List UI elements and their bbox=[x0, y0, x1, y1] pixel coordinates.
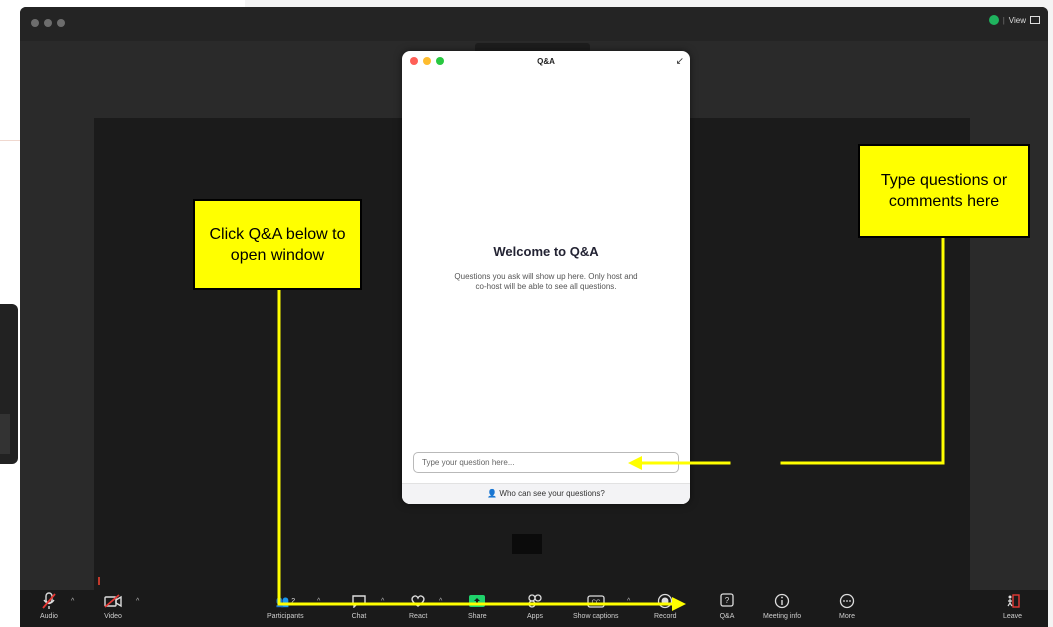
chat-options-caret[interactable]: ^ bbox=[381, 598, 384, 605]
qa-footer: 👤 Who can see your questions? bbox=[402, 483, 690, 504]
meeting-toolbar: Audio ^ Video ^ 👥 2 Participants ^ Chat ^ bbox=[20, 590, 1048, 627]
record-button[interactable]: Record bbox=[654, 590, 677, 620]
react-button[interactable]: React bbox=[409, 590, 427, 620]
who-can-see-label: Who can see your questions? bbox=[499, 489, 605, 498]
video-label: Video bbox=[104, 613, 122, 620]
more-ellipsis-icon bbox=[839, 590, 855, 612]
show-captions-button[interactable]: CC Show captions bbox=[573, 590, 619, 620]
muted-mic-icon bbox=[41, 590, 57, 612]
participants-button[interactable]: 👥 2 Participants bbox=[267, 590, 304, 621]
participants-label: Participants bbox=[267, 613, 304, 620]
question-input[interactable] bbox=[413, 452, 679, 473]
captions-options-caret[interactable]: ^ bbox=[627, 598, 630, 605]
qa-description: Questions you ask will show up here. Onl… bbox=[454, 272, 638, 291]
apps-button[interactable]: Apps bbox=[527, 590, 543, 620]
window-minimize-dot[interactable] bbox=[44, 19, 52, 27]
react-heart-icon bbox=[410, 590, 426, 612]
svg-text:CC: CC bbox=[591, 600, 600, 606]
qa-titlebar: Q&A ↙ bbox=[402, 51, 690, 71]
leave-button[interactable]: Leave bbox=[1003, 590, 1022, 620]
video-options-caret[interactable]: ^ bbox=[136, 598, 139, 605]
share-label: Share bbox=[468, 613, 487, 620]
separator: | bbox=[1002, 15, 1005, 25]
qa-button[interactable]: ? Q&A bbox=[719, 590, 735, 620]
more-label: More bbox=[839, 613, 855, 620]
chat-label: Chat bbox=[351, 613, 367, 620]
share-screen-icon bbox=[468, 590, 486, 612]
participants-count: 2 bbox=[291, 597, 296, 605]
callout-click-qa: Click Q&A below to open window bbox=[193, 199, 362, 290]
audio-options-caret[interactable]: ^ bbox=[71, 598, 74, 605]
self-video-tile[interactable] bbox=[512, 534, 542, 554]
qa-welcome-heading: Welcome to Q&A bbox=[493, 244, 599, 259]
background-dark-card bbox=[0, 304, 18, 464]
popout-icon[interactable]: ↙ bbox=[676, 56, 684, 67]
gallery-grid-icon bbox=[1030, 16, 1040, 24]
more-button[interactable]: More bbox=[839, 590, 855, 620]
video-button[interactable]: Video bbox=[104, 590, 122, 620]
view-button[interactable]: | View bbox=[988, 15, 1040, 25]
record-icon bbox=[657, 590, 673, 612]
qa-window: Q&A ↙ Welcome to Q&A Questions you ask w… bbox=[402, 51, 690, 504]
show-captions-label: Show captions bbox=[573, 613, 619, 620]
participants-options-caret[interactable]: ^ bbox=[317, 598, 320, 605]
chat-button[interactable]: Chat bbox=[351, 590, 367, 620]
svg-text:?: ? bbox=[725, 596, 730, 605]
security-shield-icon[interactable] bbox=[988, 15, 999, 25]
qa-icon: ? bbox=[719, 590, 735, 612]
info-icon bbox=[774, 590, 790, 612]
apps-label: Apps bbox=[527, 613, 543, 620]
qa-title: Q&A bbox=[537, 57, 555, 66]
window-titlebar: | View bbox=[20, 7, 1048, 41]
window-zoom-dot[interactable] bbox=[57, 19, 65, 27]
react-options-caret[interactable]: ^ bbox=[439, 598, 442, 605]
view-label: View bbox=[1008, 15, 1026, 25]
share-button[interactable]: Share bbox=[468, 590, 487, 620]
callout-type-questions: Type questions or comments here bbox=[858, 144, 1030, 238]
video-off-icon bbox=[104, 590, 122, 612]
audio-indicator bbox=[98, 577, 100, 585]
person-lock-icon: 👤 bbox=[487, 489, 498, 498]
audio-button[interactable]: Audio bbox=[40, 590, 58, 620]
react-label: React bbox=[409, 613, 428, 620]
leave-door-icon bbox=[1005, 590, 1021, 612]
qa-label: Q&A bbox=[719, 613, 735, 620]
audio-label: Audio bbox=[40, 613, 58, 620]
meeting-info-label: Meeting info bbox=[763, 613, 802, 620]
window-close-dot[interactable] bbox=[31, 19, 39, 27]
leave-label: Leave bbox=[1003, 613, 1023, 620]
captions-cc-icon: CC bbox=[587, 590, 605, 612]
participants-icon: 👥 2 bbox=[275, 595, 296, 608]
who-can-see-link[interactable]: 👤 Who can see your questions? bbox=[402, 489, 690, 498]
apps-icon bbox=[527, 590, 543, 612]
meeting-info-button[interactable]: Meeting info bbox=[763, 590, 801, 620]
record-label: Record bbox=[654, 613, 677, 620]
chat-icon bbox=[351, 590, 367, 612]
